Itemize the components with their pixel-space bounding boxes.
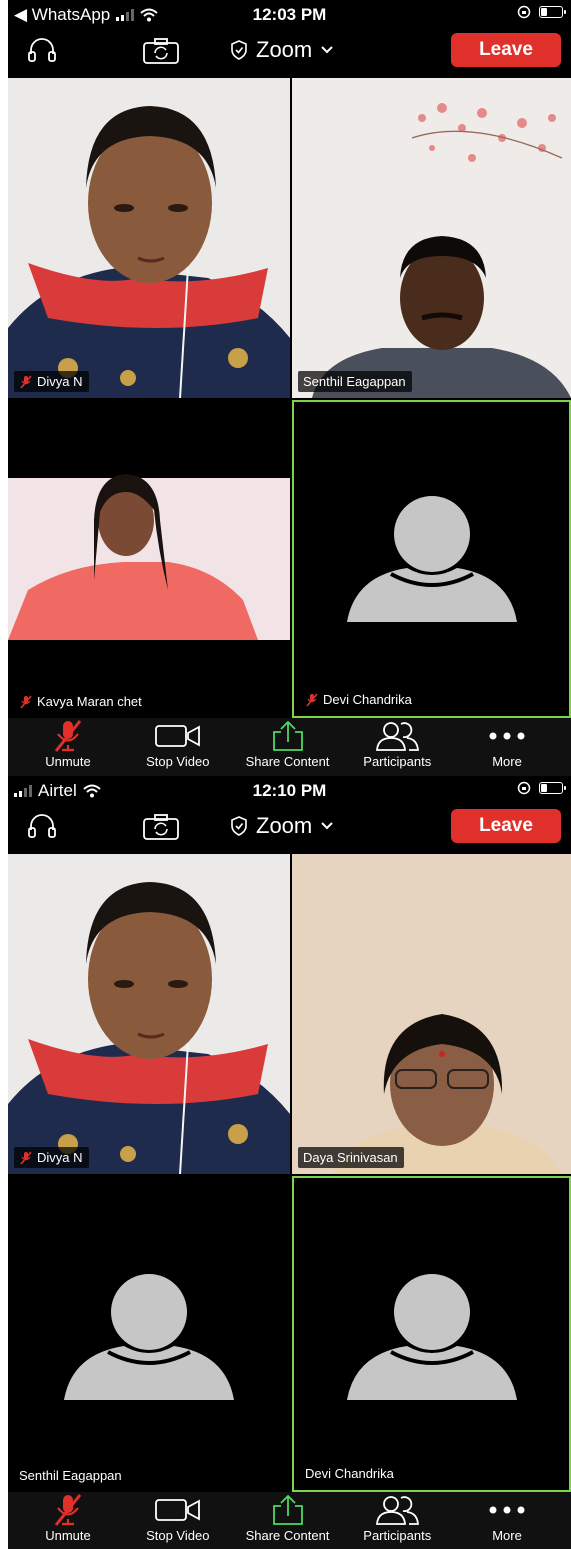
stop-video-label: Stop Video <box>146 754 210 769</box>
share-content-label: Share Content <box>245 1528 330 1543</box>
headphones-icon[interactable] <box>26 36 58 66</box>
participant-name: Divya N <box>37 1150 83 1165</box>
participant-name-tag: Kavya Maran chet <box>14 691 148 712</box>
share-content-button[interactable]: Share Content <box>238 1492 338 1549</box>
meeting-title-label: Zoom <box>256 813 313 838</box>
status-bar: ◀ WhatsApp 12:03 PM <box>8 0 571 28</box>
meeting-top-bar: Zoom Leave <box>8 28 571 78</box>
microphone-muted-icon <box>20 694 32 709</box>
unmute-button[interactable]: Unmute <box>18 718 118 776</box>
orientation-lock-icon <box>517 781 531 795</box>
meeting-screen-1: ◀ WhatsApp 12:03 PM Zoom Leave Divya N S… <box>8 0 571 776</box>
more-button[interactable]: More <box>457 1492 557 1549</box>
participant-video <box>8 400 290 718</box>
meeting-title-label: Zoom <box>256 37 313 62</box>
more-dots-icon <box>489 1506 525 1514</box>
headphones-icon[interactable] <box>26 812 58 842</box>
video-tile-divya-n[interactable]: Divya N <box>8 854 290 1174</box>
camera-switch-icon[interactable] <box>141 812 181 842</box>
share-upload-icon <box>272 720 303 751</box>
participant-name-tag: Devi Chandrika <box>300 689 418 710</box>
participant-video <box>8 854 290 1174</box>
participant-name: Devi Chandrika <box>323 692 412 707</box>
shield-icon <box>231 40 247 60</box>
more-dots-icon <box>489 732 525 740</box>
status-time: 12:10 PM <box>252 781 327 800</box>
meeting-title[interactable]: Zoom <box>230 37 334 63</box>
participant-name-tag: Divya N <box>14 1147 89 1168</box>
share-upload-icon <box>272 1494 303 1525</box>
participants-label: Participants <box>363 754 432 769</box>
avatar-placeholder-icon <box>346 1274 517 1400</box>
video-tile-devi-chandrika[interactable]: Devi Chandrika <box>292 400 571 718</box>
microphone-muted-icon <box>54 720 82 752</box>
chevron-down-icon <box>321 822 333 830</box>
video-tile-divya-n[interactable]: Divya N <box>8 78 290 398</box>
participant-name-tag: Divya N <box>14 371 89 392</box>
participant-name: Senthil Eagappan <box>19 1468 122 1483</box>
video-tile-senthil-eagappan[interactable]: Senthil Eagappan <box>292 78 571 398</box>
unmute-label: Unmute <box>45 754 91 769</box>
participants-button[interactable]: Participants <box>347 718 447 776</box>
video-tile-kavya-maran-chet[interactable]: Kavya Maran chet <box>8 400 290 718</box>
stop-video-button[interactable]: Stop Video <box>128 1492 228 1549</box>
share-content-button[interactable]: Share Content <box>238 718 338 776</box>
avatar-placeholder-icon <box>64 1274 234 1400</box>
battery-icon <box>539 6 566 18</box>
participants-label: Participants <box>363 1528 432 1543</box>
stop-video-label: Stop Video <box>146 1528 210 1543</box>
participant-name: Devi Chandrika <box>305 1466 394 1481</box>
stop-video-button[interactable]: Stop Video <box>128 718 228 776</box>
participant-name: Kavya Maran chet <box>37 694 142 709</box>
participants-button[interactable]: Participants <box>347 1492 447 1549</box>
participants-icon <box>376 722 420 751</box>
more-button[interactable]: More <box>457 718 557 776</box>
leave-button[interactable]: Leave <box>451 809 561 843</box>
participant-name-tag: Senthil Eagappan <box>298 371 412 392</box>
participant-name: Senthil Eagappan <box>303 374 406 389</box>
participant-name: Daya Srinivasan <box>303 1150 398 1165</box>
status-bar: Airtel 12:10 PM <box>8 776 571 804</box>
participant-video <box>8 78 290 398</box>
unmute-label: Unmute <box>45 1528 91 1543</box>
meeting-toolbar: Unmute Stop Video Share Content Particip… <box>8 718 571 776</box>
video-tile-devi-chandrika[interactable]: Devi Chandrika <box>292 1176 571 1492</box>
participant-name-tag: Senthil Eagappan <box>14 1465 128 1486</box>
participant-name: Divya N <box>37 374 83 389</box>
participant-video <box>292 854 571 1174</box>
participants-icon <box>376 1496 420 1525</box>
chevron-down-icon <box>321 46 333 54</box>
more-label: More <box>492 1528 522 1543</box>
participant-name-tag: Devi Chandrika <box>300 1463 400 1484</box>
more-label: More <box>492 754 522 769</box>
camera-switch-icon[interactable] <box>141 36 181 66</box>
microphone-muted-icon <box>54 1494 82 1526</box>
leave-button[interactable]: Leave <box>451 33 561 67</box>
meeting-top-bar: Zoom Leave <box>8 804 571 854</box>
avatar-placeholder-icon <box>346 496 517 622</box>
unmute-button[interactable]: Unmute <box>18 1492 118 1549</box>
participant-name-tag: Daya Srinivasan <box>298 1147 404 1168</box>
orientation-lock-icon <box>517 5 531 19</box>
shield-icon <box>231 816 247 836</box>
battery-icon <box>539 782 566 794</box>
video-tile-senthil-eagappan[interactable]: Senthil Eagappan <box>8 1176 290 1492</box>
status-time: 12:03 PM <box>252 5 327 24</box>
video-camera-icon <box>154 725 200 747</box>
meeting-title[interactable]: Zoom <box>230 813 334 839</box>
participant-video <box>292 78 571 398</box>
meeting-screen-2: Airtel 12:10 PM Zoom Leave Divya N Daya … <box>8 776 571 1549</box>
microphone-muted-icon <box>20 1150 32 1165</box>
meeting-toolbar: Unmute Stop Video Share Content Particip… <box>8 1492 571 1549</box>
microphone-muted-icon <box>306 692 318 707</box>
microphone-muted-icon <box>20 374 32 389</box>
video-camera-icon <box>154 1499 200 1521</box>
share-content-label: Share Content <box>245 754 330 769</box>
video-tile-daya-srinivasan[interactable]: Daya Srinivasan <box>292 854 571 1174</box>
